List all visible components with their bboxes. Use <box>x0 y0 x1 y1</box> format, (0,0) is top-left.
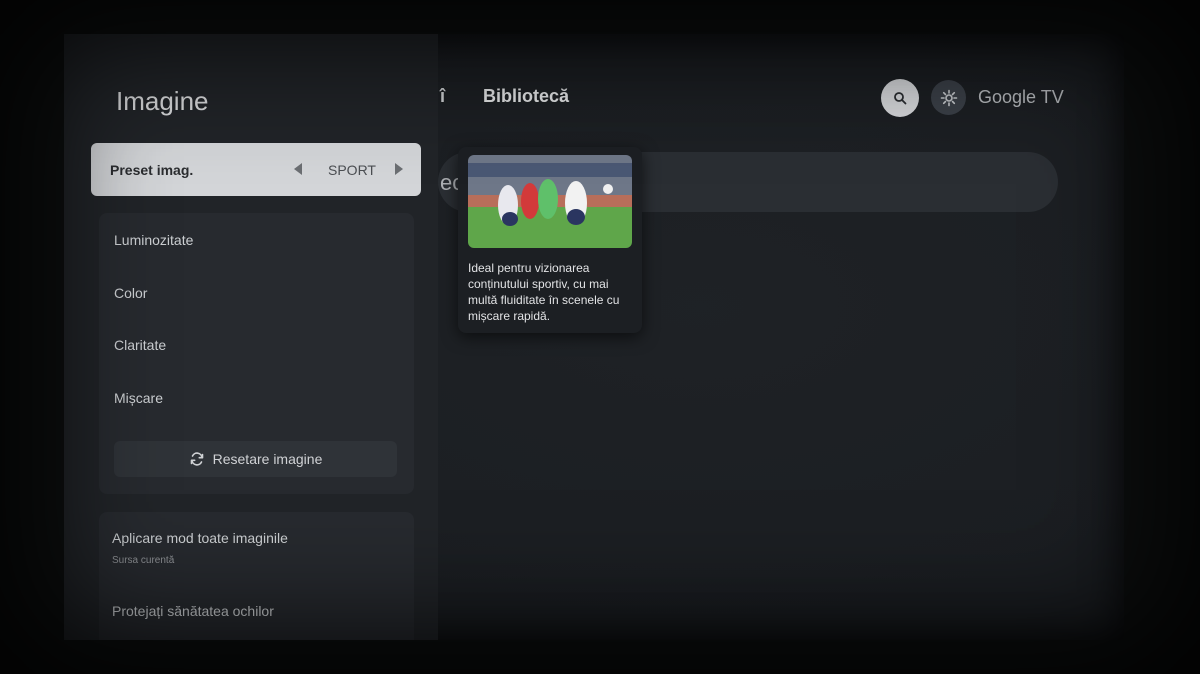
preset-description: Ideal pentru vizionarea conținutului spo… <box>468 261 620 323</box>
apply-all-modes-item[interactable]: Aplicare mod toate imaginile <box>112 530 288 546</box>
arrow-right-icon[interactable] <box>395 163 403 175</box>
menu-item-color[interactable]: Color <box>114 285 147 301</box>
nav-tab-library[interactable]: Bibliotecă <box>483 86 569 107</box>
apply-all-modes-subtitle: Sursa curentă <box>112 555 175 566</box>
arrow-left-icon[interactable] <box>294 163 302 175</box>
gear-icon <box>940 89 957 106</box>
sport-preview-image <box>468 155 632 248</box>
settings-button[interactable] <box>931 80 966 115</box>
panel-title: Imagine <box>116 86 209 116</box>
menu-item-motion[interactable]: Mișcare <box>114 390 163 406</box>
search-icon <box>894 92 907 105</box>
preset-label: Preset imag. <box>110 161 194 178</box>
nav-tab-partial[interactable]: î <box>440 86 445 107</box>
menu-item-brightness[interactable]: Luminozitate <box>114 232 193 248</box>
menu-item-clarity[interactable]: Claritate <box>114 337 166 353</box>
picture-preset-selector[interactable]: Preset imag. SPORT <box>91 143 421 196</box>
google-tv-logo: Google TV <box>978 87 1064 107</box>
eye-protection-item[interactable]: Protejați sănătatea ochilor <box>112 603 274 619</box>
reset-picture-button[interactable]: Resetare imagine <box>114 441 397 477</box>
preset-value: SPORT <box>328 161 376 178</box>
reset-picture-label: Resetare imagine <box>212 451 323 467</box>
search-button[interactable] <box>881 79 919 117</box>
refresh-icon <box>190 452 203 466</box>
